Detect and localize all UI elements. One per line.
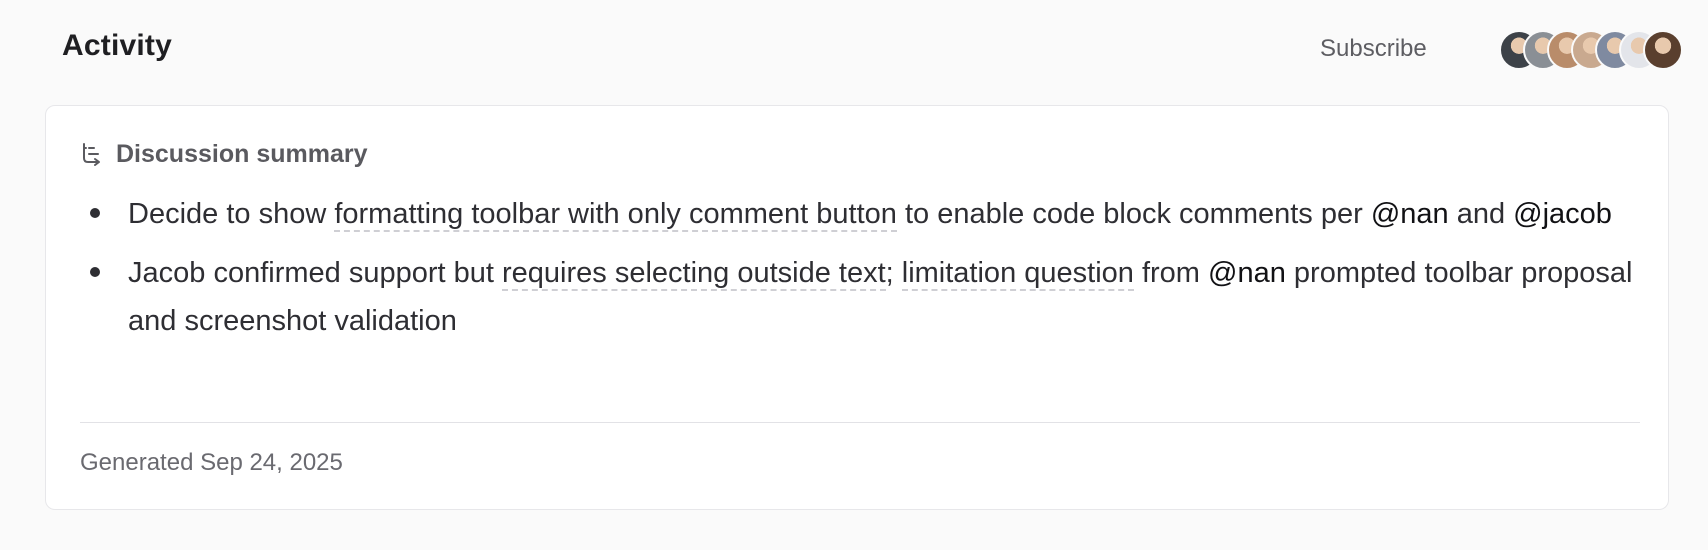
bullet-text: Decide to show bbox=[128, 198, 335, 230]
summary-header: Discussion summary bbox=[80, 140, 368, 169]
divider bbox=[80, 422, 1640, 423]
bullet-text: Jacob confirmed support but bbox=[128, 257, 502, 289]
bullet-text: ; bbox=[885, 257, 902, 289]
avatar[interactable] bbox=[1643, 30, 1683, 70]
referenced-text[interactable]: formatting toolbar with only comment but… bbox=[334, 198, 897, 232]
generated-timestamp: Generated Sep 24, 2025 bbox=[80, 449, 343, 476]
summary-bullet: Jacob confirmed support but requires sel… bbox=[80, 249, 1640, 345]
subscribe-button[interactable]: Subscribe bbox=[1316, 33, 1431, 65]
user-mention[interactable]: @jacob bbox=[1513, 198, 1612, 230]
bullet-text: from bbox=[1133, 257, 1209, 289]
referenced-text[interactable]: requires selecting outside text bbox=[501, 257, 886, 291]
bullet-text: and bbox=[1448, 198, 1514, 230]
activity-header: Activity Subscribe bbox=[0, 0, 1708, 100]
bullet-dot bbox=[90, 267, 100, 277]
summary-title: Discussion summary bbox=[116, 140, 368, 168]
referenced-text[interactable]: limitation question bbox=[901, 257, 1134, 291]
bullet-text: to enable code block comments per bbox=[896, 198, 1371, 230]
user-mention[interactable]: @nan bbox=[1371, 198, 1449, 230]
subscriber-avatars[interactable] bbox=[1499, 30, 1683, 70]
summary-tree-icon bbox=[80, 141, 108, 169]
summary-bullet-list: Decide to show formatting toolbar with o… bbox=[80, 190, 1640, 356]
page-title: Activity bbox=[62, 29, 172, 62]
user-mention[interactable]: @nan bbox=[1208, 257, 1286, 289]
discussion-summary-card: Discussion summary Decide to show format… bbox=[45, 105, 1669, 510]
bullet-dot bbox=[90, 208, 100, 218]
summary-bullet: Decide to show formatting toolbar with o… bbox=[80, 190, 1640, 238]
